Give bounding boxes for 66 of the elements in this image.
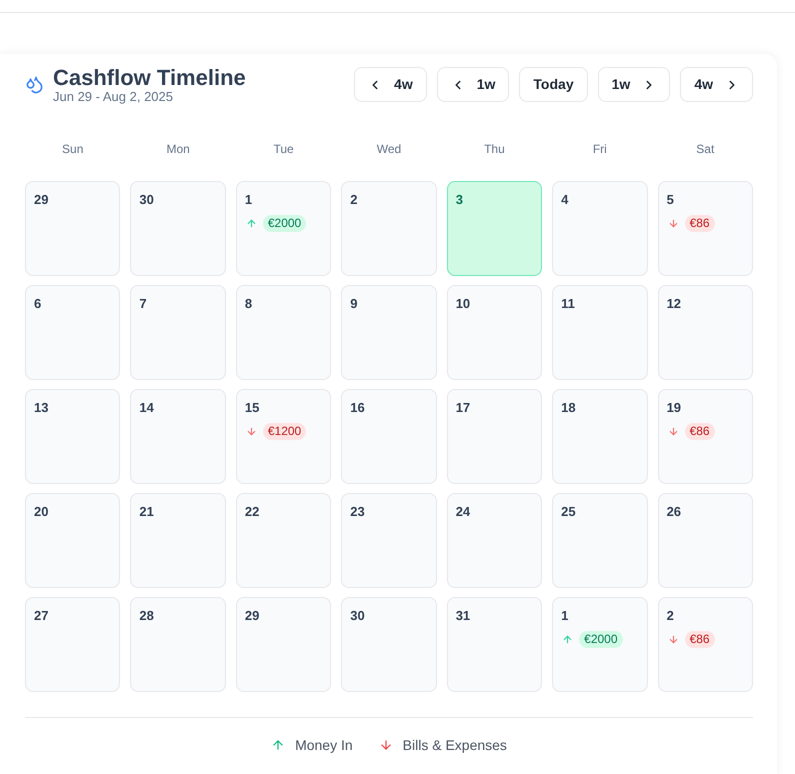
day-number: 9 [350,295,358,313]
day-number: 24 [456,503,470,521]
day-number: 7 [139,295,147,313]
day-number: 10 [456,295,470,313]
day-number: 29 [244,607,260,625]
week-nav-button[interactable]: 1w [436,67,510,102]
week-nav-button[interactable]: 4w [354,67,427,102]
day-number: 13 [34,399,48,417]
arrow-up-icon [562,634,574,645]
arrow-down-icon [246,426,257,437]
income-amount: €2000 [579,631,623,648]
day-number: 16 [350,399,365,417]
day-number: 6 [34,295,42,313]
arrow-down-icon [668,218,679,229]
weekday-label: Fri [592,141,607,157]
legend-label: Bills & Expenses [402,736,507,755]
day-number: 22 [244,503,260,521]
droplets-icon [25,75,44,94]
weekday-label: Mon [166,141,190,157]
weekday-label: Thu [484,141,505,157]
week-nav-button[interactable]: 1w [598,67,670,102]
day-number: 30 [139,191,154,209]
day-number: 14 [139,399,154,417]
day-number: 19 [666,399,682,417]
expense-amount: €1200 [262,423,306,440]
weekday-label: Sun [62,141,84,157]
day-number: 29 [34,191,48,209]
expense-amount: €86 [684,215,715,232]
weekday-label: Sat [696,141,714,157]
expense-amount: €86 [684,631,715,648]
day-number: 25 [561,503,576,521]
day-number: 28 [139,607,154,625]
day-number: 12 [666,295,682,313]
week-nav-button[interactable]: Today [519,67,588,102]
day-number: 3 [456,191,463,209]
arrow-down-icon [378,738,393,752]
calendar-title: Cashflow Timeline [53,65,246,90]
day-number: 8 [244,295,252,313]
day-number: 1 [244,191,252,209]
day-number: 2 [666,607,674,625]
date-range: Jun 29 - Aug 2, 2025 [53,90,174,104]
day-number: 18 [561,399,576,417]
day-number: 4 [561,191,568,209]
day-number: 27 [34,607,48,625]
day-number: 5 [666,191,674,209]
day-number: 26 [666,503,682,521]
legend-label: Money In [295,736,353,755]
arrow-up-icon [246,218,257,229]
day-number: 21 [139,503,154,521]
weekday-label: Tue [273,141,294,157]
day-number: 30 [350,607,365,625]
day-number: 23 [350,503,365,521]
day-number: 17 [456,399,470,417]
day-number: 20 [34,503,48,521]
arrow-down-icon [668,634,679,645]
arrow-up-icon [271,738,286,752]
week-nav-button[interactable]: 4w [680,67,753,102]
arrow-down-icon [668,426,679,437]
day-number: 2 [350,191,358,209]
day-number: 31 [456,607,470,625]
weekday-label: Wed [376,141,402,157]
expense-amount: €86 [684,423,715,440]
income-amount: €2000 [262,215,306,232]
day-number: 1 [561,607,568,625]
day-number: 11 [561,295,575,313]
day-number: 15 [244,399,260,417]
